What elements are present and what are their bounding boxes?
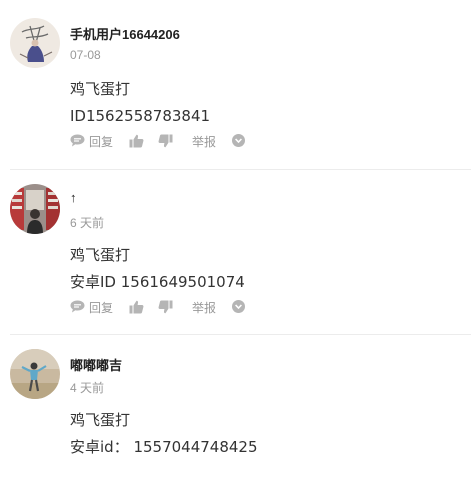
reply-label: 回复 — [89, 135, 114, 149]
report-label: 举报 — [192, 301, 217, 315]
divider — [10, 334, 471, 335]
username[interactable]: 手机用户16644206 — [70, 24, 180, 43]
reply-label: 回复 — [89, 301, 114, 315]
thumbs-down-icon — [158, 300, 173, 314]
comment-line: 鸡飞蛋打 — [70, 80, 131, 98]
speech-bubble-icon — [70, 134, 85, 147]
comment-time: 6 天前 — [70, 216, 105, 230]
reply-button[interactable]: 回复 — [70, 297, 116, 317]
like-button[interactable] — [129, 131, 145, 151]
report-button[interactable]: 举报 — [192, 131, 220, 151]
thumbs-down-icon — [158, 134, 173, 148]
comment-time: 4 天前 — [70, 381, 105, 395]
username[interactable]: 嘟嘟嘟吉 — [70, 355, 122, 374]
divider — [10, 169, 471, 170]
comment-line: ID1562558783841 — [70, 107, 211, 125]
comment-content: 鸡飞蛋打 ID1562558783841 — [70, 76, 210, 130]
comment-line: 安卓id： 1557044748425 — [70, 438, 258, 456]
report-label: 举报 — [192, 135, 217, 149]
chevron-down-circle-icon — [232, 300, 245, 313]
like-button[interactable] — [129, 297, 145, 317]
avatar[interactable] — [10, 349, 60, 399]
chevron-down-circle-icon — [232, 134, 245, 147]
more-button[interactable] — [232, 297, 246, 317]
thumbs-up-icon — [129, 300, 144, 314]
dislike-button[interactable] — [158, 297, 174, 317]
comment-content: 鸡飞蛋打 安卓ID 1561649501074 — [70, 242, 245, 296]
reply-button[interactable]: 回复 — [70, 131, 116, 151]
comment-content: 鸡飞蛋打 安卓id： 1557044748425 — [70, 407, 258, 461]
comment-line: 鸡飞蛋打 — [70, 411, 131, 429]
comment-actions: 回复 举报 — [70, 297, 320, 317]
comment-actions: 回复 举报 — [70, 131, 320, 151]
speech-bubble-icon — [70, 300, 85, 313]
report-button[interactable]: 举报 — [192, 297, 220, 317]
dislike-button[interactable] — [158, 131, 174, 151]
username[interactable]: ↑ — [70, 190, 77, 205]
avatar[interactable] — [10, 18, 60, 68]
avatar[interactable] — [10, 184, 60, 234]
thumbs-up-icon — [129, 134, 144, 148]
comment-line: 鸡飞蛋打 — [70, 246, 131, 264]
comment-list: 手机用户16644206 07-08 鸡飞蛋打 ID1562558783841 … — [0, 0, 471, 479]
more-button[interactable] — [232, 131, 246, 151]
comment-line: 安卓ID 1561649501074 — [70, 273, 245, 291]
comment-time: 07-08 — [70, 48, 101, 62]
